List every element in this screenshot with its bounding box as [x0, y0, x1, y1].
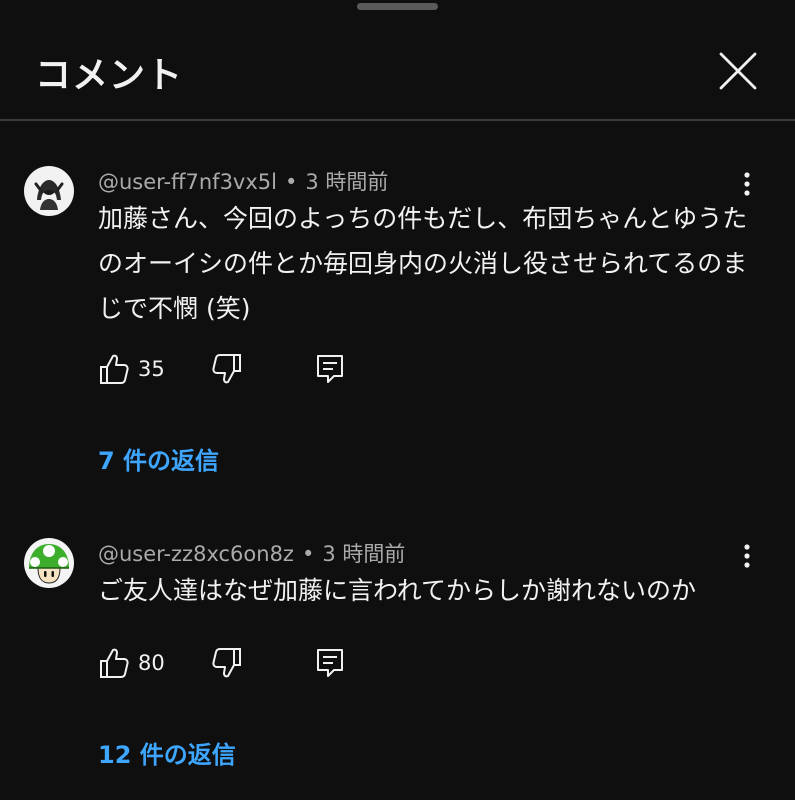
close-button[interactable] [716, 49, 760, 93]
comment-meta: @user-ff7nf3vx5l • 3 時間前 [98, 166, 388, 196]
dislike-button[interactable] [211, 646, 243, 680]
thumbs-up-icon [100, 354, 129, 384]
reply-button[interactable] [314, 646, 346, 680]
thumbs-down-icon [212, 648, 241, 678]
like-count: 35 [138, 357, 165, 381]
user-avatar-icon [24, 166, 74, 216]
comments-header: コメント [0, 0, 795, 120]
comment-username[interactable]: @user-zz8xc6on8z [98, 542, 294, 566]
meta-separator: • [301, 542, 315, 566]
meta-separator: • [284, 170, 298, 194]
dislike-button[interactable] [211, 352, 243, 386]
header-divider [0, 119, 795, 121]
comment-text: ご友人達はなぜ加藤に言われてからしか謝れないのか [98, 576, 697, 605]
comment-time: 3 時間前 [305, 170, 389, 194]
thumbs-up-icon [100, 648, 129, 678]
view-replies-link[interactable]: 12 件の返信 [98, 735, 236, 770]
reply-comment-icon [317, 649, 343, 677]
comment-username[interactable]: @user-ff7nf3vx5l [98, 170, 277, 194]
like-button[interactable] [98, 646, 130, 680]
comment-meta: @user-zz8xc6on8z • 3 時間前 [98, 538, 405, 568]
avatar[interactable] [24, 166, 74, 216]
like-count: 80 [138, 651, 165, 675]
comment-text: 加藤さん、今回のよっちの件もだし、布団ちゃんとゆうたのオーイシの件とか毎回身内の… [98, 204, 748, 323]
avatar[interactable] [24, 538, 74, 588]
like-button[interactable] [98, 352, 130, 386]
reply-button[interactable] [314, 352, 346, 386]
view-replies-link[interactable]: 7 件の返信 [98, 441, 219, 476]
page-title: コメント [35, 55, 184, 96]
thumbs-down-icon [212, 354, 241, 384]
reply-comment-icon [317, 355, 343, 383]
comment-time: 3 時間前 [322, 542, 406, 566]
close-icon [719, 52, 757, 90]
mushroom-avatar-icon [24, 538, 74, 588]
